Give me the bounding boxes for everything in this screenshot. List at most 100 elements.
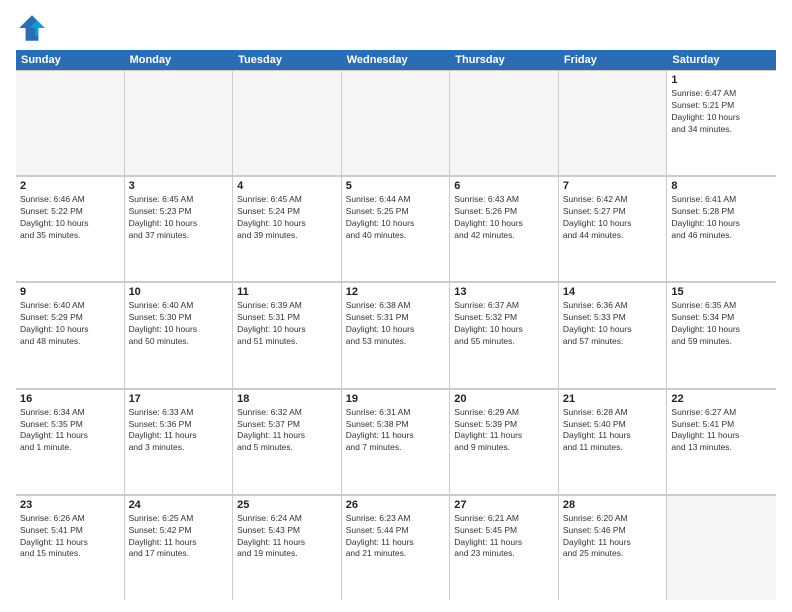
calendar-week: 9 Sunrise: 6:40 AM Sunset: 5:29 PM Daylig… xyxy=(16,282,776,388)
calendar-cell: 26 Sunrise: 6:23 AM Sunset: 5:44 PM Dayli… xyxy=(342,495,451,600)
day-number: 2 xyxy=(20,180,120,192)
calendar-cell-empty xyxy=(233,70,342,175)
day-number: 12 xyxy=(346,286,446,298)
calendar-header-cell: Sunday xyxy=(16,50,125,70)
day-info: Sunrise: 6:31 AM Sunset: 5:38 PM Dayligh… xyxy=(346,407,446,455)
day-info: Sunrise: 6:36 AM Sunset: 5:33 PM Dayligh… xyxy=(563,300,663,348)
calendar-cell-empty xyxy=(125,70,234,175)
day-number: 21 xyxy=(563,393,663,405)
day-info: Sunrise: 6:44 AM Sunset: 5:25 PM Dayligh… xyxy=(346,194,446,242)
day-info: Sunrise: 6:37 AM Sunset: 5:32 PM Dayligh… xyxy=(454,300,554,348)
calendar-cell: 2 Sunrise: 6:46 AM Sunset: 5:22 PM Daylig… xyxy=(16,176,125,281)
calendar-cell: 28 Sunrise: 6:20 AM Sunset: 5:46 PM Dayli… xyxy=(559,495,668,600)
calendar-header-cell: Saturday xyxy=(667,50,776,70)
day-number: 9 xyxy=(20,286,120,298)
day-number: 1 xyxy=(671,74,772,86)
day-number: 27 xyxy=(454,499,554,511)
calendar-cell: 1 Sunrise: 6:47 AM Sunset: 5:21 PM Daylig… xyxy=(667,70,776,175)
day-info: Sunrise: 6:47 AM Sunset: 5:21 PM Dayligh… xyxy=(671,88,772,136)
day-info: Sunrise: 6:24 AM Sunset: 5:43 PM Dayligh… xyxy=(237,513,337,561)
day-number: 24 xyxy=(129,499,229,511)
calendar-cell: 27 Sunrise: 6:21 AM Sunset: 5:45 PM Dayli… xyxy=(450,495,559,600)
calendar-cell-empty xyxy=(667,495,776,600)
calendar-cell: 14 Sunrise: 6:36 AM Sunset: 5:33 PM Dayli… xyxy=(559,282,668,387)
day-info: Sunrise: 6:34 AM Sunset: 5:35 PM Dayligh… xyxy=(20,407,120,455)
calendar-cell: 22 Sunrise: 6:27 AM Sunset: 5:41 PM Dayli… xyxy=(667,389,776,494)
calendar-cell: 3 Sunrise: 6:45 AM Sunset: 5:23 PM Daylig… xyxy=(125,176,234,281)
day-number: 14 xyxy=(563,286,663,298)
calendar-cell-empty xyxy=(450,70,559,175)
calendar-week: 2 Sunrise: 6:46 AM Sunset: 5:22 PM Daylig… xyxy=(16,176,776,282)
calendar-cell-empty xyxy=(16,70,125,175)
day-info: Sunrise: 6:25 AM Sunset: 5:42 PM Dayligh… xyxy=(129,513,229,561)
logo-icon xyxy=(16,12,48,44)
day-info: Sunrise: 6:45 AM Sunset: 5:23 PM Dayligh… xyxy=(129,194,229,242)
calendar-cell: 8 Sunrise: 6:41 AM Sunset: 5:28 PM Daylig… xyxy=(667,176,776,281)
calendar-cell: 25 Sunrise: 6:24 AM Sunset: 5:43 PM Dayli… xyxy=(233,495,342,600)
day-number: 13 xyxy=(454,286,554,298)
day-number: 11 xyxy=(237,286,337,298)
day-number: 16 xyxy=(20,393,120,405)
calendar-cell-empty xyxy=(342,70,451,175)
day-info: Sunrise: 6:38 AM Sunset: 5:31 PM Dayligh… xyxy=(346,300,446,348)
calendar-cell: 10 Sunrise: 6:40 AM Sunset: 5:30 PM Dayli… xyxy=(125,282,234,387)
day-number: 22 xyxy=(671,393,772,405)
day-info: Sunrise: 6:23 AM Sunset: 5:44 PM Dayligh… xyxy=(346,513,446,561)
day-info: Sunrise: 6:20 AM Sunset: 5:46 PM Dayligh… xyxy=(563,513,663,561)
calendar-header-cell: Wednesday xyxy=(342,50,451,70)
day-info: Sunrise: 6:40 AM Sunset: 5:30 PM Dayligh… xyxy=(129,300,229,348)
calendar-body: 1 Sunrise: 6:47 AM Sunset: 5:21 PM Daylig… xyxy=(16,70,776,600)
day-number: 23 xyxy=(20,499,120,511)
calendar-week: 16 Sunrise: 6:34 AM Sunset: 5:35 PM Dayli… xyxy=(16,389,776,495)
day-info: Sunrise: 6:40 AM Sunset: 5:29 PM Dayligh… xyxy=(20,300,120,348)
calendar-cell: 19Sunrise: 6:31 AM Sunset: 5:38 PM Dayli… xyxy=(342,389,451,494)
day-info: Sunrise: 6:45 AM Sunset: 5:24 PM Dayligh… xyxy=(237,194,337,242)
day-info: Sunrise: 6:26 AM Sunset: 5:41 PM Dayligh… xyxy=(20,513,120,561)
day-info: Sunrise: 6:29 AM Sunset: 5:39 PM Dayligh… xyxy=(454,407,554,455)
day-number: 5 xyxy=(346,180,446,192)
calendar-cell: 23 Sunrise: 6:26 AM Sunset: 5:41 PM Dayli… xyxy=(16,495,125,600)
calendar-cell: 11 Sunrise: 6:39 AM Sunset: 5:31 PM Dayli… xyxy=(233,282,342,387)
calendar-cell: 9 Sunrise: 6:40 AM Sunset: 5:29 PM Daylig… xyxy=(16,282,125,387)
calendar-cell: 13 Sunrise: 6:37 AM Sunset: 5:32 PM Dayli… xyxy=(450,282,559,387)
day-number: 18 xyxy=(237,393,337,405)
day-number: 28 xyxy=(563,499,663,511)
day-number: 25 xyxy=(237,499,337,511)
calendar-cell: 16 Sunrise: 6:34 AM Sunset: 5:35 PM Dayli… xyxy=(16,389,125,494)
day-number: 7 xyxy=(563,180,663,192)
calendar-cell: 24 Sunrise: 6:25 AM Sunset: 5:42 PM Dayli… xyxy=(125,495,234,600)
calendar-week: 1 Sunrise: 6:47 AM Sunset: 5:21 PM Daylig… xyxy=(16,70,776,176)
calendar-cell: 7 Sunrise: 6:42 AM Sunset: 5:27 PM Daylig… xyxy=(559,176,668,281)
day-number: 8 xyxy=(671,180,772,192)
calendar-cell: 15 Sunrise: 6:35 AM Sunset: 5:34 PM Dayli… xyxy=(667,282,776,387)
day-number: 4 xyxy=(237,180,337,192)
calendar-cell: 6Sunrise: 6:43 AM Sunset: 5:26 PM Daylig… xyxy=(450,176,559,281)
day-number: 15 xyxy=(671,286,772,298)
calendar-header-cell: Friday xyxy=(559,50,668,70)
calendar-cell: 21Sunrise: 6:28 AM Sunset: 5:40 PM Dayli… xyxy=(559,389,668,494)
calendar-cell: 5 Sunrise: 6:44 AM Sunset: 5:25 PM Daylig… xyxy=(342,176,451,281)
calendar-cell: 4 Sunrise: 6:45 AM Sunset: 5:24 PM Daylig… xyxy=(233,176,342,281)
day-info: Sunrise: 6:41 AM Sunset: 5:28 PM Dayligh… xyxy=(671,194,772,242)
day-number: 3 xyxy=(129,180,229,192)
day-info: Sunrise: 6:27 AM Sunset: 5:41 PM Dayligh… xyxy=(671,407,772,455)
day-number: 26 xyxy=(346,499,446,511)
day-info: Sunrise: 6:35 AM Sunset: 5:34 PM Dayligh… xyxy=(671,300,772,348)
calendar-cell-empty xyxy=(559,70,668,175)
calendar-cell: 12 Sunrise: 6:38 AM Sunset: 5:31 PM Dayli… xyxy=(342,282,451,387)
day-info: Sunrise: 6:33 AM Sunset: 5:36 PM Dayligh… xyxy=(129,407,229,455)
calendar: SundayMondayTuesdayWednesdayThursdayFrid… xyxy=(16,50,776,600)
page: SundayMondayTuesdayWednesdayThursdayFrid… xyxy=(0,0,792,612)
day-info: Sunrise: 6:43 AM Sunset: 5:26 PM Dayligh… xyxy=(454,194,554,242)
calendar-cell: 18Sunrise: 6:32 AM Sunset: 5:37 PM Dayli… xyxy=(233,389,342,494)
day-info: Sunrise: 6:42 AM Sunset: 5:27 PM Dayligh… xyxy=(563,194,663,242)
logo xyxy=(16,12,52,44)
calendar-header-cell: Tuesday xyxy=(233,50,342,70)
day-info: Sunrise: 6:39 AM Sunset: 5:31 PM Dayligh… xyxy=(237,300,337,348)
day-info: Sunrise: 6:46 AM Sunset: 5:22 PM Dayligh… xyxy=(20,194,120,242)
day-number: 17 xyxy=(129,393,229,405)
header xyxy=(16,12,776,44)
day-info: Sunrise: 6:21 AM Sunset: 5:45 PM Dayligh… xyxy=(454,513,554,561)
day-number: 10 xyxy=(129,286,229,298)
calendar-cell: 17 Sunrise: 6:33 AM Sunset: 5:36 PM Dayli… xyxy=(125,389,234,494)
